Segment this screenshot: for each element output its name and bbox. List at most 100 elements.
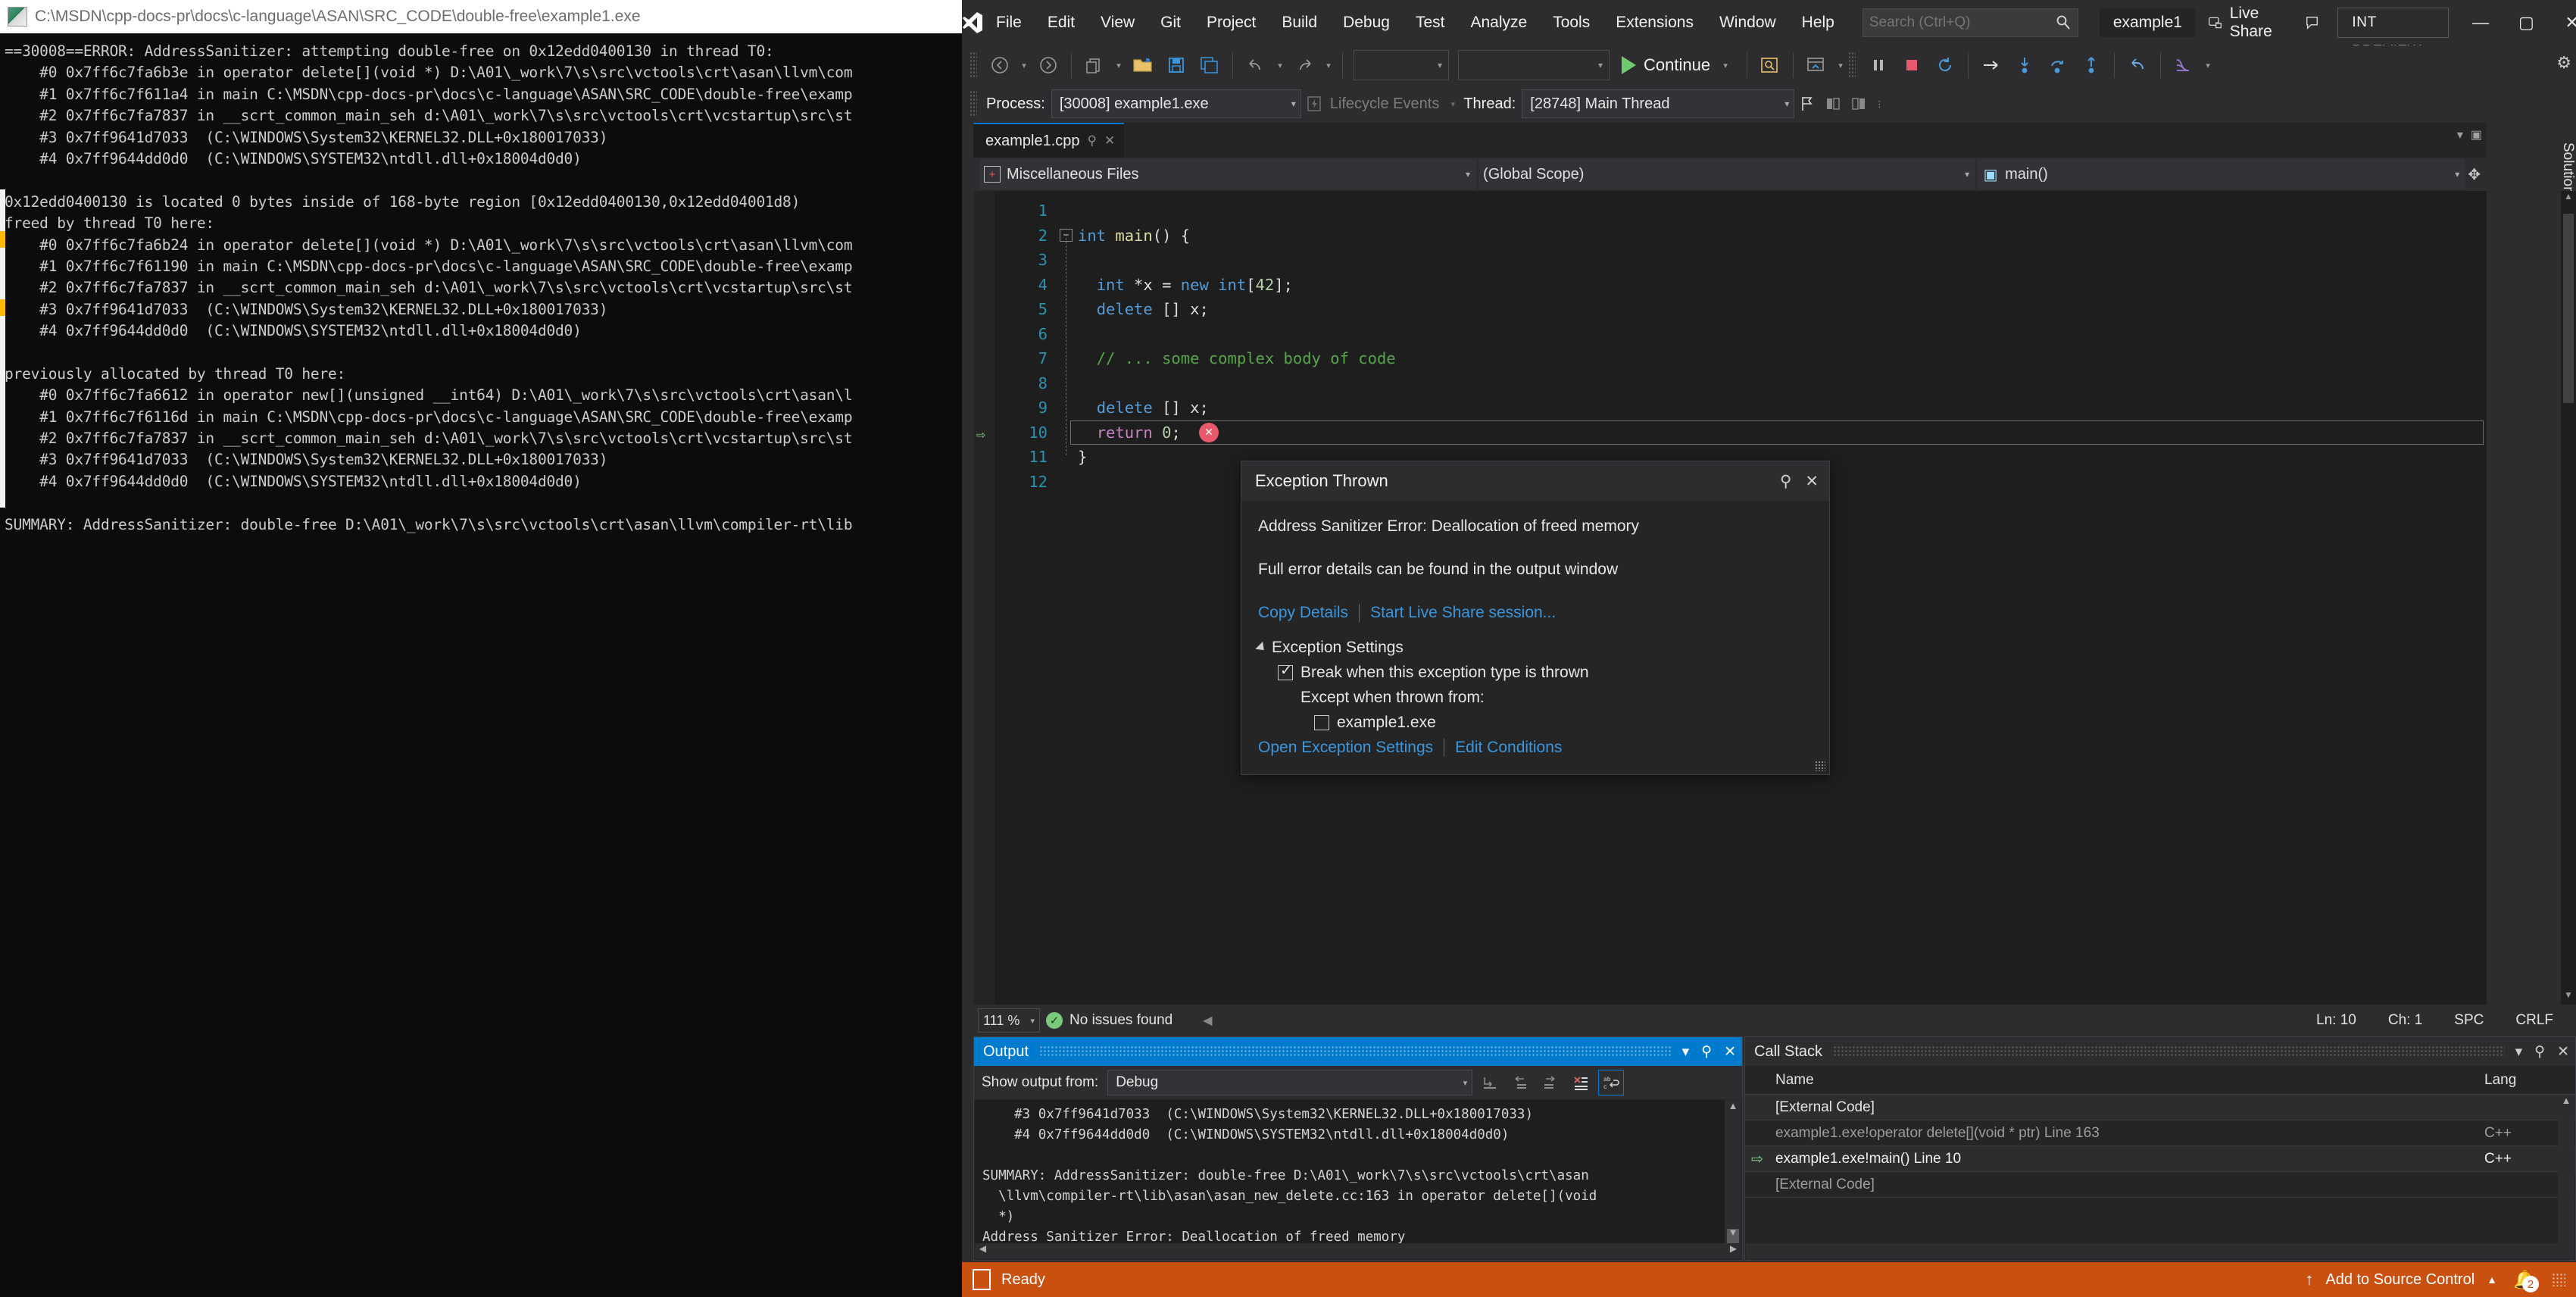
tab-split-icon[interactable]: ▣: [2471, 127, 2482, 142]
minimize-button[interactable]: —: [2458, 0, 2503, 45]
error-marker-icon[interactable]: ✕: [1199, 422, 1219, 442]
code-line[interactable]: 8: [994, 371, 2487, 396]
close-icon[interactable]: ✕: [1805, 472, 1819, 491]
chevron-up-icon[interactable]: ▲: [2487, 1274, 2497, 1286]
navbar-expand-icon[interactable]: ✥: [2468, 165, 2487, 184]
scope-combo[interactable]: (Global Scope) ▾: [1478, 159, 1976, 189]
editor-scroll-thumb[interactable]: [2563, 214, 2574, 403]
step-over-icon[interactable]: [2041, 48, 2075, 82]
search-input[interactable]: [1869, 14, 2055, 31]
close-icon[interactable]: ✕: [1724, 1043, 1736, 1061]
step-out-icon[interactable]: [2075, 48, 2108, 82]
search-box[interactable]: [1862, 8, 2078, 37]
output-horizontal-scrollbar[interactable]: ◀ ▶: [975, 1243, 1741, 1259]
start-live-share-link[interactable]: Start Live Share session...: [1370, 604, 1556, 622]
new-file-dropdown-icon[interactable]: ▾: [1111, 48, 1126, 82]
live-share-button[interactable]: Live Share: [2196, 0, 2305, 45]
redo-icon[interactable]: [1288, 48, 1321, 82]
menu-item-test[interactable]: Test: [1403, 0, 1458, 45]
table-row[interactable]: [External Code]: [1745, 1095, 2575, 1120]
upload-icon[interactable]: ↑: [2305, 1270, 2313, 1289]
close-icon[interactable]: ✕: [2557, 1043, 2569, 1061]
call-stack-horizontal-scrollbar[interactable]: [1746, 1243, 2574, 1259]
issues-nav-icon[interactable]: ◀: [1203, 1013, 1212, 1028]
procbar-grip[interactable]: [970, 90, 977, 117]
code-line[interactable]: 6: [994, 322, 2487, 347]
editor-breakpoint-gutter[interactable]: [973, 191, 994, 1005]
resize-grip-icon[interactable]: [1815, 761, 1825, 771]
exception-settings-header[interactable]: Exception Settings: [1255, 639, 1813, 657]
code-line[interactable]: 7 // ... some complex body of code: [994, 346, 2487, 371]
project-combo[interactable]: + Miscellaneous Files ▾: [979, 159, 1477, 189]
go-to-previous-icon[interactable]: [1507, 1070, 1533, 1095]
platform-combo[interactable]: ▾: [1458, 50, 1610, 80]
menu-item-help[interactable]: Help: [1789, 0, 1847, 45]
menu-item-debug[interactable]: Debug: [1330, 0, 1403, 45]
step-into-icon[interactable]: [2008, 48, 2041, 82]
menu-item-tools[interactable]: Tools: [1540, 0, 1603, 45]
resize-grip-icon[interactable]: [2552, 1273, 2565, 1286]
panel-menu-icon[interactable]: ▾: [1682, 1043, 1690, 1061]
module-exception-row[interactable]: example1.exe: [1314, 714, 1813, 732]
code-line[interactable]: 5 delete [] x;: [994, 297, 2487, 322]
code-line[interactable]: 9 delete [] x;: [994, 395, 2487, 420]
menu-item-edit[interactable]: Edit: [1035, 0, 1088, 45]
stack-frame-next-icon[interactable]: [1846, 91, 1872, 117]
scroll-down-icon[interactable]: ▼: [1725, 1227, 1741, 1243]
scroll-up-icon[interactable]: ▲: [2561, 191, 2576, 206]
column-header-lang[interactable]: Lang: [2484, 1072, 2575, 1089]
table-row[interactable]: ⇨ example1.exe!main() Line 10 C++: [1745, 1146, 2575, 1172]
scroll-right-icon[interactable]: ▶: [1725, 1243, 1741, 1259]
stack-frame-prev-icon[interactable]: [1820, 91, 1846, 117]
menu-item-view[interactable]: View: [1088, 0, 1147, 45]
pin-icon[interactable]: ⚲: [1780, 472, 1791, 491]
output-source-combo[interactable]: Debug ▾: [1107, 1070, 1473, 1095]
toggle-word-wrap-icon[interactable]: ab c: [1598, 1070, 1625, 1095]
output-text[interactable]: #3 0x7ff9641d7033 (C:\WINDOWS\System32\K…: [975, 1100, 1741, 1243]
go-to-next-icon[interactable]: [1538, 1070, 1563, 1095]
menu-item-analyze[interactable]: Analyze: [1457, 0, 1540, 45]
redo-dropdown-icon[interactable]: ▾: [1321, 48, 1336, 82]
pin-icon[interactable]: ⚲: [2534, 1043, 2545, 1061]
panel-drag-handle[interactable]: [1039, 1045, 1672, 1058]
break-when-thrown-checkbox[interactable]: [1278, 662, 1293, 680]
code-line[interactable]: 4 int *x = new int[42];: [994, 273, 2487, 298]
tab-overflow-icon[interactable]: ▾: [2457, 127, 2463, 142]
panel-drag-handle[interactable]: [1833, 1045, 2505, 1058]
hot-reload-icon[interactable]: [1800, 48, 1833, 82]
member-combo[interactable]: ▣ main() ▾: [1978, 159, 2466, 189]
navigate-forward-icon[interactable]: [1032, 48, 1065, 82]
table-row[interactable]: example1.exe!operator delete[](void * pt…: [1745, 1120, 2575, 1146]
module-checkbox[interactable]: [1314, 715, 1329, 730]
break-when-thrown-row[interactable]: Break when this exception type is thrown: [1278, 662, 1813, 682]
undo-dropdown-icon[interactable]: ▾: [1272, 48, 1288, 82]
menu-item-file[interactable]: File: [983, 0, 1035, 45]
navigate-back-dropdown-icon[interactable]: ▾: [1016, 48, 1032, 82]
new-file-icon[interactable]: [1078, 48, 1111, 82]
diagnostic-tools-icon[interactable]: [1753, 48, 1787, 82]
feedback-icon[interactable]: [2305, 13, 2322, 33]
code-line[interactable]: 3: [994, 248, 2487, 273]
clear-all-icon[interactable]: [1568, 1070, 1594, 1095]
table-row[interactable]: [External Code]: [1745, 1172, 2575, 1198]
menu-item-project[interactable]: Project: [1194, 0, 1269, 45]
save-file-icon[interactable]: [1160, 48, 1193, 82]
scroll-up-icon[interactable]: ▲: [1725, 1100, 1741, 1117]
scroll-left-icon[interactable]: ◀: [975, 1243, 991, 1259]
close-button[interactable]: ✕: [2549, 0, 2576, 45]
code-line[interactable]: 2− int main() {: [994, 223, 2487, 248]
output-vertical-scrollbar[interactable]: ▲ ▼: [1725, 1100, 1741, 1255]
scroll-down-icon[interactable]: ▼: [2561, 989, 2576, 1005]
lifecycle-events-dropdown-icon[interactable]: ▾: [1445, 87, 1460, 120]
code-line[interactable]: ⇨ 10 return 0; ✕: [976, 420, 2487, 445]
thread-combo[interactable]: [28748] Main Thread ▾: [1522, 89, 1795, 118]
notifications-button[interactable]: 🔔 2: [2509, 1267, 2540, 1292]
tab-example1-cpp[interactable]: example1.cpp ⚲ ✕: [973, 123, 1125, 158]
copy-details-link[interactable]: Copy Details: [1258, 604, 1348, 622]
open-file-icon[interactable]: [1126, 48, 1160, 82]
flag-icon[interactable]: [1794, 91, 1820, 117]
editor-vertical-scrollbar[interactable]: ▲ ▼: [2561, 191, 2576, 1005]
procbar-overflow-icon[interactable]: ⋮: [1872, 87, 1887, 120]
debug-toolbar-grip[interactable]: [1848, 52, 1856, 79]
save-all-icon[interactable]: [1193, 48, 1226, 82]
